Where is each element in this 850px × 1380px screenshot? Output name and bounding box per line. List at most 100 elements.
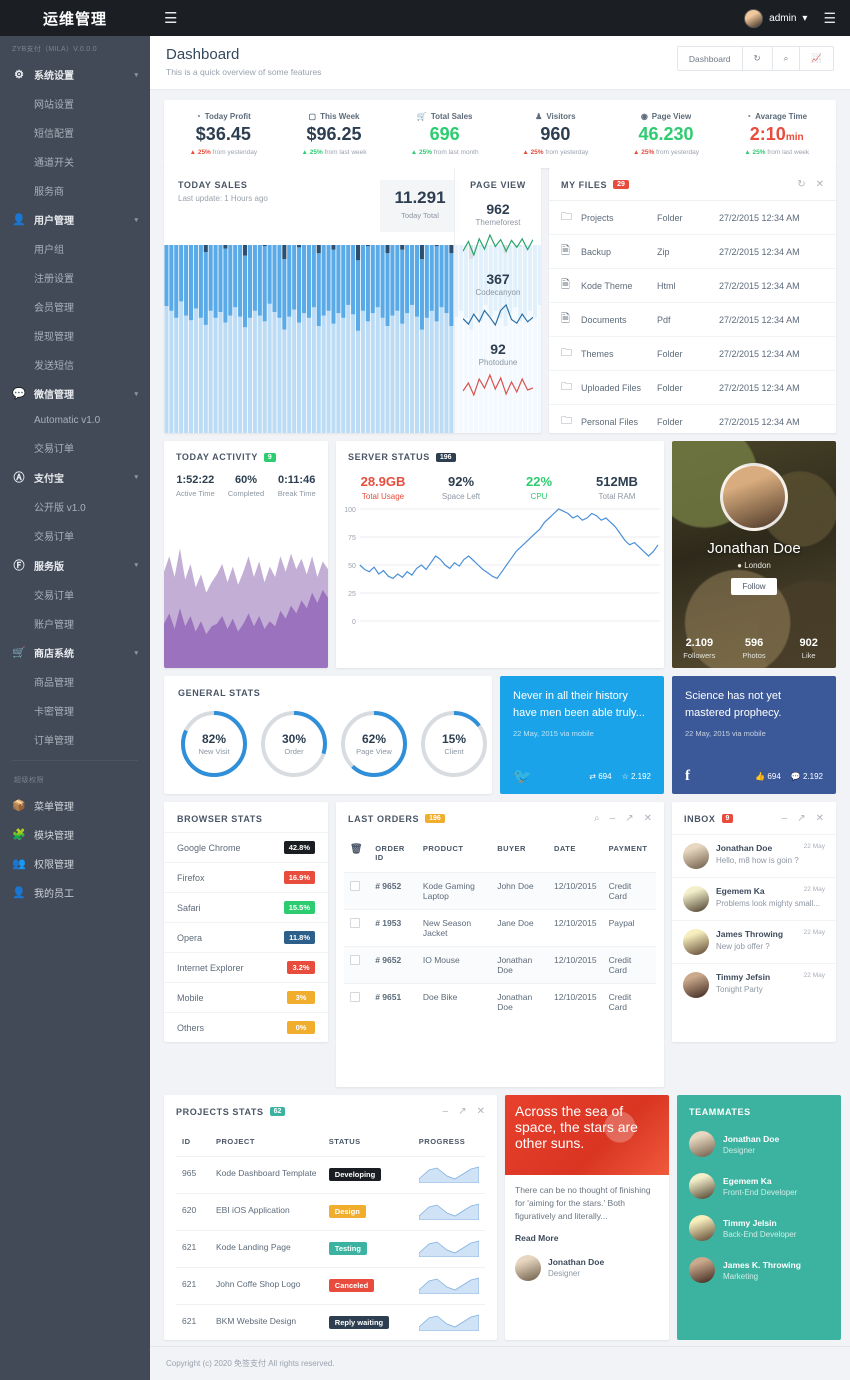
sidebar-item-2-1[interactable]: 交易订单 xyxy=(0,433,150,462)
file-type: Zip xyxy=(657,246,670,257)
file-row[interactable]: 🗀 Personal Files Folder 27/2/2015 12:34 AM xyxy=(549,405,836,433)
sidebar-item-5-1[interactable]: 卡密管理 xyxy=(0,696,150,725)
browser-name: Others xyxy=(177,1022,205,1033)
inbox-date: 22 May xyxy=(803,843,825,850)
project-status-cell: Developing xyxy=(322,1156,413,1194)
search-icon[interactable]: ⌕ xyxy=(771,47,800,70)
expand-icon[interactable]: ↗ xyxy=(458,1106,466,1117)
inbox-row[interactable]: James Throwing 22 May New job offer ? xyxy=(672,920,836,963)
sidebar-super-item-3[interactable]: 👤 我的员工 xyxy=(0,878,150,907)
avatar xyxy=(683,843,709,869)
sidebar-group-5[interactable]: 🛒 商店系统 ▾ xyxy=(0,638,150,667)
sidebar-item-3-1[interactable]: 交易订单 xyxy=(0,521,150,550)
sidebar-item-0-2[interactable]: 通道开关 xyxy=(0,147,150,176)
sidebar-item-2-0[interactable]: Automatic v1.0 xyxy=(0,408,150,433)
ring-label-group: 62% Page View xyxy=(338,708,410,780)
hamburger-icon[interactable]: ☰ xyxy=(164,9,177,27)
inbox-row[interactable]: Timmy Jefsin 22 May Tonight Party xyxy=(672,963,836,1006)
page-view-label: Photodune xyxy=(478,358,518,367)
stat-label: ◉ Page View xyxy=(615,112,718,121)
teammate-row[interactable]: James K. Throwing Marketing xyxy=(677,1249,841,1291)
sidebar-group-4[interactable]: Ⓕ 服务版 ▾ xyxy=(0,550,150,580)
table-row: 965 Kode Dashboard Template Developing xyxy=(176,1156,485,1194)
sidebar-item-1-3[interactable]: 提现管理 xyxy=(0,321,150,350)
sidebar-item-3-0[interactable]: 公开版 v1.0 xyxy=(0,492,150,521)
row-checkbox[interactable] xyxy=(350,918,360,928)
file-row[interactable]: 🗀 Themes Folder 27/2/2015 12:34 AM xyxy=(549,337,836,371)
browser-name: Safari xyxy=(177,902,201,913)
metric-value: 92% xyxy=(447,474,475,489)
my-files-card: MY FILES 29 ↻ ✕ 🗀 Projects Folder 27/2/2015… xyxy=(549,168,836,433)
sidebar-item-4-1[interactable]: 账户管理 xyxy=(0,609,150,638)
sidebar-item-0-0[interactable]: 网站设置 xyxy=(0,89,150,118)
file-row[interactable]: 🗎 Backup Zip 27/2/2015 12:34 AM xyxy=(549,235,836,269)
close-icon[interactable]: ✕ xyxy=(644,813,652,824)
blog-card: Across the sea of space, the stars are o… xyxy=(505,1095,669,1340)
row-checkbox[interactable] xyxy=(350,955,360,965)
sidebar-super-item-1[interactable]: 🧩 模块管理 xyxy=(0,820,150,849)
close-icon[interactable]: ✕ xyxy=(816,813,824,824)
today-total-box: 11.291 Today Total xyxy=(380,180,460,232)
sidebar-item-5-2[interactable]: 订单管理 xyxy=(0,725,150,754)
sidebar-super-item-0[interactable]: 📦 菜单管理 xyxy=(0,791,150,820)
refresh-icon[interactable]: ↻ xyxy=(741,47,772,70)
file-date: 27/2/2015 12:34 AM xyxy=(719,348,800,359)
sidebar-item-0-1[interactable]: 短信配置 xyxy=(0,118,150,147)
sidebar-item-0-3[interactable]: 服务商 xyxy=(0,176,150,205)
sidebar-item-1-4[interactable]: 发送短信 xyxy=(0,350,150,379)
project-status-cell: Design xyxy=(322,1193,413,1231)
brand-title[interactable]: 运维管理 xyxy=(0,0,150,36)
expand-icon[interactable]: ↗ xyxy=(797,813,805,824)
facebook-icon[interactable]: f xyxy=(685,768,690,785)
sidebar-item-1-1[interactable]: 注册设置 xyxy=(0,263,150,292)
page-title: Dashboard xyxy=(166,46,240,63)
user-menu[interactable]: admin ▾ xyxy=(744,8,807,28)
read-more-link[interactable]: Read More xyxy=(505,1233,669,1243)
teammate-row[interactable]: Egemem Ka Front-End Developer xyxy=(677,1165,841,1207)
avatar xyxy=(689,1173,715,1199)
order-payment: Credit Card xyxy=(602,983,656,1020)
chart-icon[interactable]: 📈 xyxy=(799,47,833,70)
sidebar-item-5-0[interactable]: 商品管理 xyxy=(0,667,150,696)
today-activity-title: TODAY ACTIVITY xyxy=(176,452,258,462)
twitter-counts: ⇄ 694 ☆ 2.192 xyxy=(589,772,651,781)
order-date: 12/10/2015 xyxy=(548,909,603,947)
my-files-list: 🗀 Projects Folder 27/2/2015 12:34 AM 🗎 Backup… xyxy=(549,201,836,433)
teammate-name: James K. Throwing xyxy=(723,1259,801,1270)
browser-name: Opera xyxy=(177,932,203,943)
expand-icon[interactable]: ↗ xyxy=(625,813,633,824)
search-icon[interactable]: ⌕ xyxy=(594,813,600,824)
sidebar-group-3[interactable]: Ⓐ 支付宝 ▾ xyxy=(0,462,150,492)
twitter-icon[interactable]: 🐦 xyxy=(513,767,532,785)
file-row[interactable]: 🗎 Kode Theme Html 27/2/2015 12:34 AM xyxy=(549,269,836,303)
minimize-icon[interactable]: – xyxy=(443,1106,449,1117)
teammate-row[interactable]: Timmy Jelsin Back-End Developer xyxy=(677,1207,841,1249)
teammate-row[interactable]: Jonathan Doe Designer xyxy=(677,1123,841,1165)
sidebar-item-1-0[interactable]: 用户组 xyxy=(0,234,150,263)
row-checkbox[interactable] xyxy=(350,881,360,891)
minimize-icon[interactable]: – xyxy=(782,813,788,824)
sidebar-group-2[interactable]: 💬 微信管理 ▾ xyxy=(0,379,150,408)
follow-button[interactable]: Follow xyxy=(731,578,777,595)
close-icon[interactable]: ✕ xyxy=(477,1106,485,1117)
inbox-row[interactable]: Egemem Ka 22 May Problems look mighty smal… xyxy=(672,877,836,920)
file-row[interactable]: 🗎 Documents Pdf 27/2/2015 12:34 AM xyxy=(549,303,836,337)
sidebar-item-4-0[interactable]: 交易订单 xyxy=(0,580,150,609)
list-toggle-icon[interactable]: ☰ xyxy=(823,10,836,27)
inbox-row[interactable]: Jonathan Doe 22 May Hello, m8 how is goin … xyxy=(672,834,836,877)
row-checkbox[interactable] xyxy=(350,992,360,1002)
sidebar-group-0[interactable]: ⚙ 系统设置 ▾ xyxy=(0,60,150,89)
breadcrumb-dashboard[interactable]: Dashboard xyxy=(678,47,742,70)
project-progress-cell xyxy=(412,1156,485,1194)
sidebar-item-1-2[interactable]: 会员管理 xyxy=(0,292,150,321)
sidebar-group-1[interactable]: 👤 用户管理 ▾ xyxy=(0,205,150,234)
trash-icon[interactable]: 🗑 xyxy=(344,834,369,873)
refresh-icon[interactable]: ↻ xyxy=(797,179,805,190)
close-icon[interactable]: ✕ xyxy=(816,179,824,190)
svg-text:100: 100 xyxy=(344,507,356,514)
file-row[interactable]: 🗀 Projects Folder 27/2/2015 12:34 AM xyxy=(549,201,836,235)
file-row[interactable]: 🗀 Uploaded Files Folder 27/2/2015 12:34 AM xyxy=(549,371,836,405)
minimize-icon[interactable]: – xyxy=(610,813,616,824)
browser-row: Others 0% xyxy=(164,1012,328,1042)
sidebar-super-item-2[interactable]: 👥 权限管理 xyxy=(0,849,150,878)
